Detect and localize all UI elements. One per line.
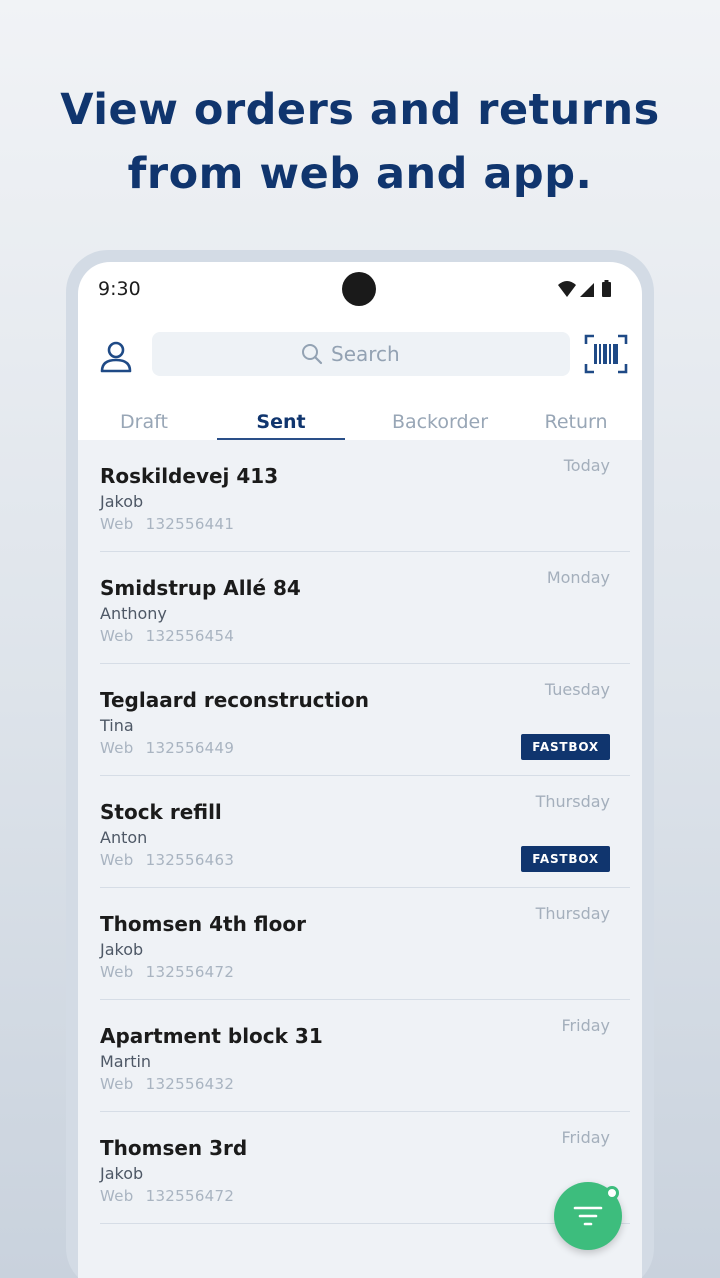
filter-icon (573, 1206, 603, 1226)
orders-list: Roskildevej 413 Jakob Web 132556441 Today… (78, 440, 642, 1278)
order-day: Today (563, 456, 610, 475)
order-number: 132556441 (145, 515, 235, 533)
status-icons (558, 280, 611, 297)
tab-draft[interactable]: Draft (98, 402, 190, 442)
order-meta: Web 132556441 (100, 515, 234, 533)
wifi-icon (558, 281, 576, 297)
order-meta: Web 132556449 (100, 739, 234, 757)
order-number: 132556463 (145, 851, 235, 869)
order-title: Stock refill (100, 800, 222, 824)
order-person: Tina (100, 716, 134, 735)
tab-backorder[interactable]: Backorder (376, 402, 504, 442)
order-row[interactable]: Teglaard reconstruction Tina Web 13255644… (100, 664, 630, 776)
search-input[interactable] (331, 339, 421, 369)
order-tabs: Draft Sent Backorder Return (78, 402, 642, 442)
order-row[interactable]: Apartment block 31 Martin Web 132556432 F… (100, 1000, 630, 1112)
order-title: Apartment block 31 (100, 1024, 323, 1048)
order-title: Roskildevej 413 (100, 464, 279, 488)
order-day: Thursday (535, 792, 610, 811)
app-header (78, 326, 642, 386)
order-person: Jakob (100, 1164, 144, 1183)
order-number: 132556472 (145, 1187, 235, 1205)
order-person: Jakob (100, 940, 144, 959)
order-source: Web (100, 515, 134, 533)
order-meta: Web 132556432 (100, 1075, 234, 1093)
order-meta: Web 132556463 (100, 851, 234, 869)
order-source: Web (100, 1075, 134, 1093)
barcode-scan-icon (584, 334, 628, 374)
order-person: Jakob (100, 492, 144, 511)
status-time: 9:30 (98, 278, 141, 300)
fastbox-badge: FASTBOX (521, 734, 610, 760)
order-person: Anthony (100, 604, 167, 623)
order-day: Thursday (535, 904, 610, 923)
order-person: Martin (100, 1052, 152, 1071)
headline-line-1: View orders and returns (60, 85, 660, 135)
tab-return[interactable]: Return (530, 402, 622, 442)
search-bar[interactable] (152, 332, 570, 376)
order-day: Friday (561, 1016, 611, 1035)
order-number: 132556454 (145, 627, 235, 645)
barcode-scan-button[interactable] (584, 334, 628, 374)
fastbox-badge: FASTBOX (521, 846, 610, 872)
order-title: Teglaard reconstruction (100, 688, 369, 712)
order-number: 132556449 (145, 739, 235, 757)
order-source: Web (100, 627, 134, 645)
order-day: Monday (546, 568, 610, 587)
filter-active-dot (605, 1186, 619, 1200)
signal-icon (580, 283, 594, 297)
order-source: Web (100, 963, 134, 981)
order-source: Web (100, 851, 134, 869)
order-title: Thomsen 4th floor (100, 912, 306, 936)
order-title: Smidstrup Allé 84 (100, 576, 301, 600)
order-number: 132556432 (145, 1075, 235, 1093)
battery-icon (602, 280, 611, 297)
order-source: Web (100, 739, 134, 757)
order-number: 132556472 (145, 963, 235, 981)
order-row[interactable]: Roskildevej 413 Jakob Web 132556441 Today (100, 440, 630, 552)
order-day: Tuesday (544, 680, 610, 699)
order-row[interactable]: Stock refill Anton Web 132556463 Thursday… (100, 776, 630, 888)
order-meta: Web 132556472 (100, 963, 234, 981)
order-source: Web (100, 1187, 134, 1205)
order-meta: Web 132556472 (100, 1187, 234, 1205)
order-row[interactable]: Thomsen 4th floor Jakob Web 132556472 Thu… (100, 888, 630, 1000)
tab-sent[interactable]: Sent (217, 402, 345, 442)
status-bar: 9:30 (78, 262, 642, 318)
order-day: Friday (561, 1128, 611, 1147)
search-icon (302, 344, 323, 365)
headline-line-2: from web and app. (127, 149, 593, 199)
headline: View orders and returns from web and app… (0, 78, 720, 206)
order-person: Anton (100, 828, 148, 847)
phone-screen: 9:30 Search Draft Sent Backorder Return … (78, 262, 642, 1278)
order-row[interactable]: Smidstrup Allé 84 Anthony Web 132556454 M… (100, 552, 630, 664)
front-camera (342, 272, 376, 306)
order-title: Thomsen 3rd (100, 1136, 248, 1160)
profile-button[interactable] (96, 336, 136, 376)
order-row[interactable]: Thomsen 3rd Jakob Web 132556472 Friday (100, 1112, 630, 1224)
order-meta: Web 132556454 (100, 627, 234, 645)
user-icon (100, 341, 132, 373)
